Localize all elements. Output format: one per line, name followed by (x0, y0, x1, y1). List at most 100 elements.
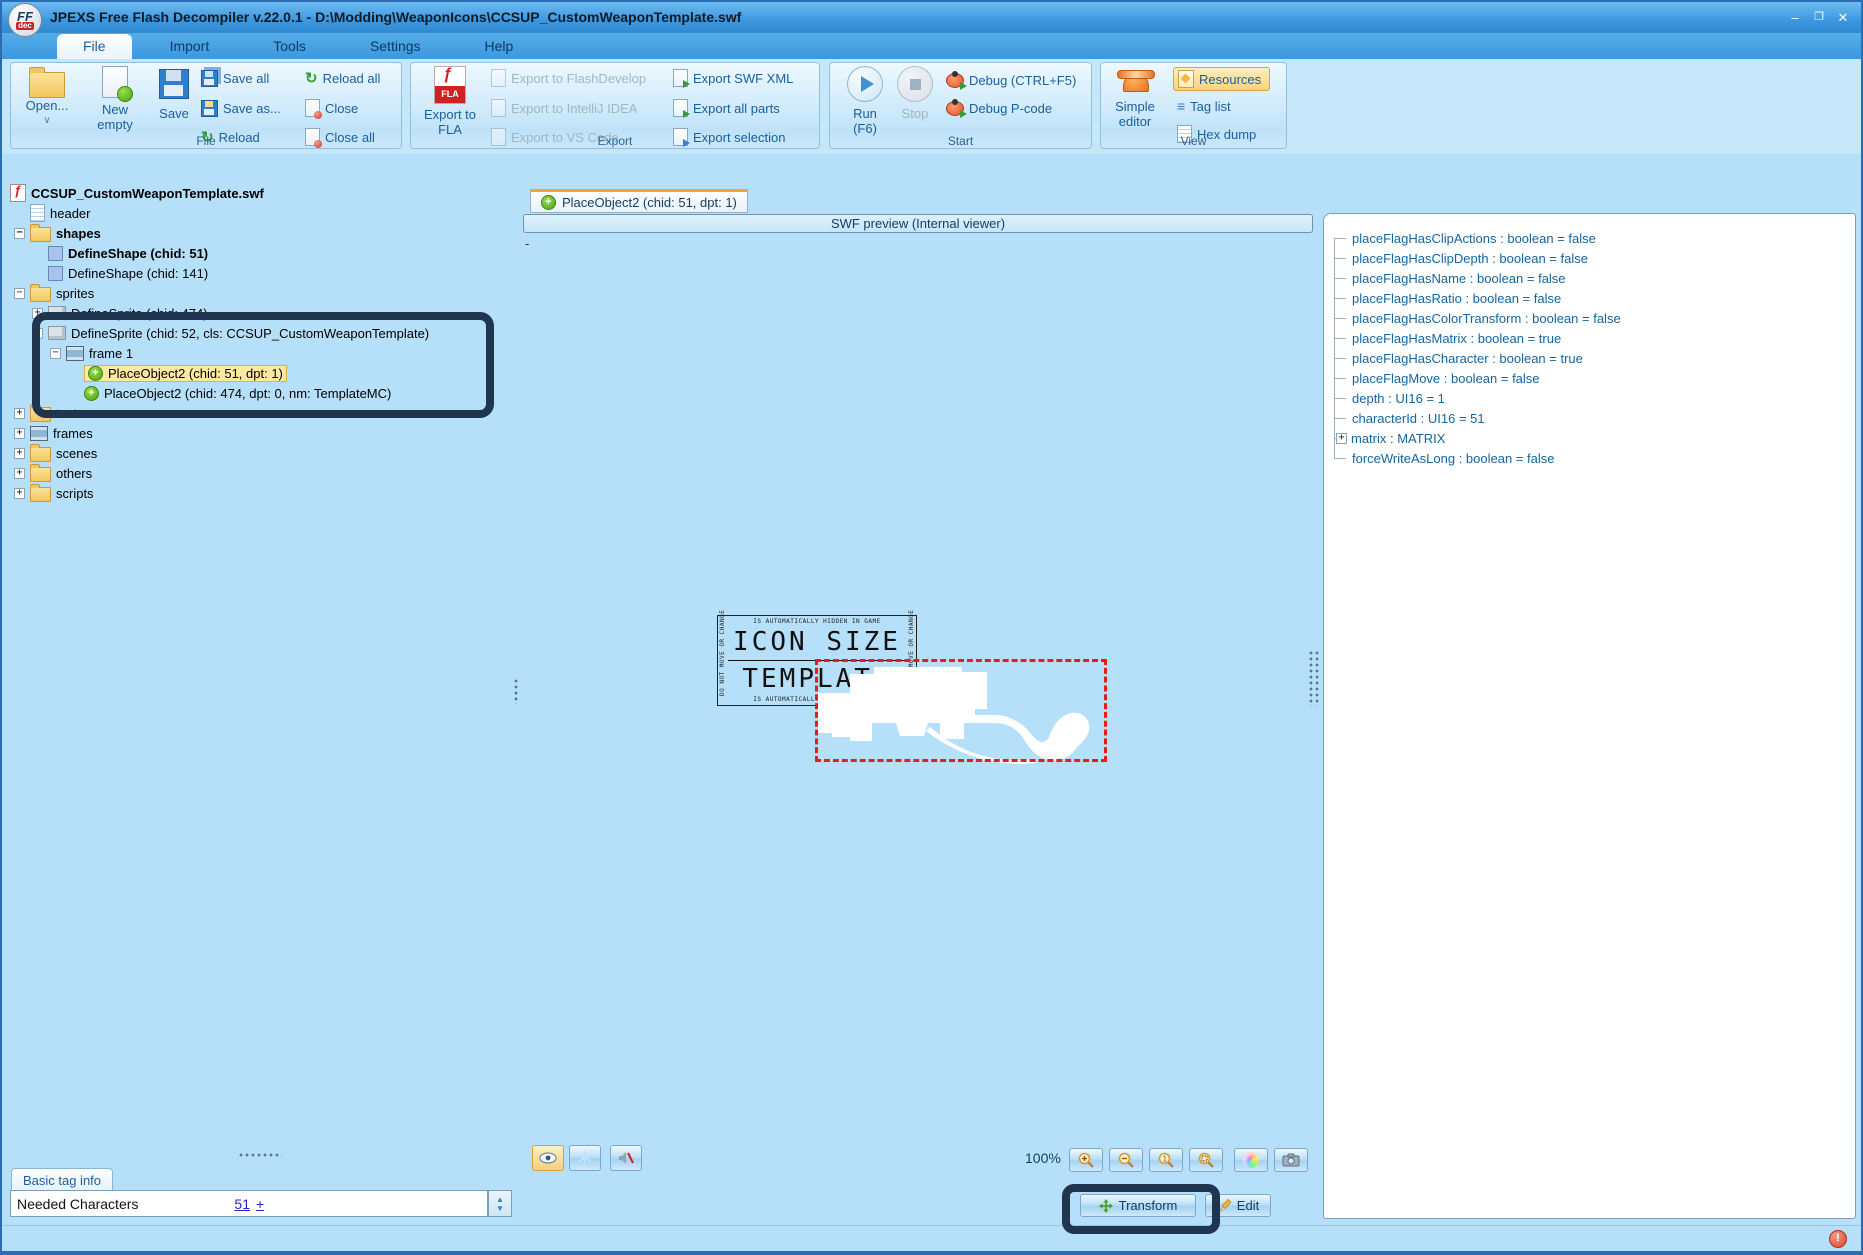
collapse-icon[interactable]: − (14, 228, 25, 239)
tree-item-others[interactable]: + others (6, 463, 510, 483)
tree-item-placeobject2-474[interactable]: + PlaceObject2 (chid: 474, dpt: 0, nm: T… (6, 383, 510, 403)
add-character-link[interactable]: + (256, 1196, 264, 1212)
tree-item-label[interactable]: sprites (56, 286, 94, 301)
tree-item-scenes[interactable]: + scenes (6, 443, 510, 463)
tree-item-frame-1[interactable]: − frame 1 (6, 343, 510, 363)
chevron-down-icon[interactable]: ∨ (43, 113, 50, 128)
snapshot-button[interactable] (1274, 1148, 1308, 1172)
property-row[interactable]: placeFlagHasMatrix : boolean = true (1324, 328, 1855, 348)
mute-button[interactable] (610, 1145, 642, 1171)
close-button[interactable]: ✕ (1833, 9, 1853, 27)
needed-characters-spinner[interactable]: ▲ ▼ (488, 1190, 512, 1217)
save-all-button[interactable]: Save all (201, 67, 269, 89)
transform-button[interactable]: Transform (1080, 1194, 1196, 1217)
expand-icon[interactable]: + (14, 448, 25, 459)
spinner-down-icon[interactable]: ▼ (496, 1204, 504, 1213)
resources-view-button[interactable]: Resources (1173, 67, 1270, 91)
tree-item-root[interactable]: CCSUP_CustomWeaponTemplate.swf (6, 183, 510, 203)
tree-item-scripts[interactable]: + scripts (6, 483, 510, 503)
debug-button[interactable]: Debug (CTRL+F5) (946, 69, 1076, 91)
property-row[interactable]: depth : UI16 = 1 (1324, 388, 1855, 408)
zoom-fit-button[interactable] (1189, 1148, 1223, 1172)
tree-item-sprites[interactable]: − sprites (6, 283, 510, 303)
edit-button[interactable]: Edit (1205, 1194, 1271, 1217)
open-button[interactable]: Open... ∨ (17, 66, 77, 128)
tree-item-label[interactable]: PlaceObject2 (chid: 474, dpt: 0, nm: Tem… (104, 386, 391, 401)
preview-tab[interactable]: + PlaceObject2 (chid: 51, dpt: 1) (530, 189, 748, 213)
new-empty-button[interactable]: New empty (87, 66, 143, 132)
property-row[interactable]: placeFlagHasRatio : boolean = false (1324, 288, 1855, 308)
tree-item-frames[interactable]: + frames (6, 423, 510, 443)
tree-item-label[interactable]: header (50, 206, 90, 221)
expand-icon[interactable]: + (14, 428, 25, 439)
tree-item-label[interactable]: CCSUP_CustomWeaponTemplate.swf (31, 186, 264, 201)
spinner-up-icon[interactable]: ▲ (496, 1195, 504, 1204)
collapse-icon[interactable]: − (32, 328, 43, 339)
property-row[interactable]: placeFlagHasClipActions : boolean = fals… (1324, 228, 1855, 248)
basic-tag-info-tab[interactable]: Basic tag info (11, 1168, 113, 1191)
maximize-button[interactable]: ❐ (1809, 9, 1829, 27)
tree-item-label[interactable]: scripts (56, 486, 94, 501)
minimize-button[interactable]: – (1785, 9, 1805, 27)
property-row[interactable]: placeFlagHasColorTransform : boolean = f… (1324, 308, 1855, 328)
tree-item-definesprite-474[interactable]: + DefineSprite (chid: 474) (6, 303, 510, 323)
simple-editor-button[interactable]: Simple editor (1107, 66, 1163, 129)
tag-list-button[interactable]: ≡ Tag list (1177, 95, 1231, 117)
zoom-in-button[interactable] (1069, 1148, 1103, 1172)
bottom-splitter-handle[interactable] (238, 1152, 282, 1158)
tree-item-definesprite-52[interactable]: − DefineSprite (chid: 52, cls: CCSUP_Cus… (6, 323, 510, 343)
reload-all-button[interactable]: ↻ Reload all (305, 67, 380, 89)
selection-dash-rectangle[interactable] (815, 659, 1107, 762)
tree-item-label[interactable]: DefineSprite (chid: 52, cls: CCSUP_Custo… (71, 326, 429, 341)
background-color-button[interactable] (1234, 1148, 1268, 1172)
menu-tab-import[interactable]: Import (144, 34, 236, 59)
right-splitter-handle[interactable] (1308, 650, 1320, 706)
save-button[interactable]: Save (151, 66, 197, 121)
run-button[interactable]: Run (F6) (842, 66, 888, 136)
tree-item-label[interactable]: DefineShape (chid: 141) (68, 266, 208, 281)
close-file-button[interactable]: Close (305, 97, 358, 119)
save-as-button[interactable]: Save as... (201, 97, 281, 119)
tree-item-label[interactable]: PlaceObject2 (chid: 51, dpt: 1) (108, 366, 283, 381)
export-all-parts-button[interactable]: Export all parts (673, 97, 780, 119)
collapse-icon[interactable]: − (50, 348, 61, 359)
selected-tree-item[interactable]: + PlaceObject2 (chid: 51, dpt: 1) (84, 365, 287, 382)
tree-item-label[interactable]: texts (56, 406, 83, 421)
tree-item-label[interactable]: others (56, 466, 92, 481)
expand-icon[interactable]: + (32, 308, 43, 319)
menu-tab-settings[interactable]: Settings (344, 34, 447, 59)
export-to-fla-button[interactable]: FLA Export to FLA (421, 66, 479, 137)
menu-tab-tools[interactable]: Tools (247, 34, 332, 59)
tree-item-defineshape-141[interactable]: DefineShape (chid: 141) (6, 263, 510, 283)
expand-icon[interactable]: + (14, 488, 25, 499)
tree-item-header[interactable]: header (6, 203, 510, 223)
tree-item-shapes[interactable]: − shapes (6, 223, 510, 243)
tree-item-label[interactable]: scenes (56, 446, 97, 461)
tree-item-label[interactable]: DefineSprite (chid: 474) (71, 306, 208, 321)
tree-item-label[interactable]: DefineShape (chid: 51) (68, 246, 208, 261)
property-row[interactable]: forceWriteAsLong : boolean = false (1324, 448, 1855, 468)
warning-icon[interactable]: ! (1829, 1230, 1847, 1248)
property-row[interactable]: placeFlagHasCharacter : boolean = true (1324, 348, 1855, 368)
visibility-toggle-button[interactable] (532, 1145, 564, 1171)
tree-item-placeobject2-51-selected[interactable]: + PlaceObject2 (chid: 51, dpt: 1) (6, 363, 510, 383)
needed-character-link[interactable]: 51 (234, 1196, 250, 1212)
property-row[interactable]: placeFlagHasClipDepth : boolean = false (1324, 248, 1855, 268)
tree-item-label[interactable]: frames (53, 426, 93, 441)
tree-item-texts[interactable]: + texts (6, 403, 510, 423)
expand-icon[interactable]: + (14, 468, 25, 479)
property-row-matrix[interactable]: + matrix : MATRIX (1324, 428, 1855, 448)
property-row[interactable]: placeFlagMove : boolean = false (1324, 368, 1855, 388)
tree-item-label[interactable]: frame 1 (89, 346, 133, 361)
expand-icon[interactable]: + (14, 408, 25, 419)
collapse-icon[interactable]: − (14, 288, 25, 299)
zoom-100-button[interactable]: 1 (1149, 1148, 1183, 1172)
menu-tab-help[interactable]: Help (459, 34, 540, 59)
menu-tab-file[interactable]: File (57, 34, 132, 59)
expand-icon[interactable]: + (1336, 433, 1347, 444)
left-splitter-handle[interactable] (513, 678, 519, 704)
freeze-button[interactable] (569, 1145, 601, 1171)
tree-item-label[interactable]: shapes (56, 226, 101, 241)
property-row[interactable]: placeFlagHasName : boolean = false (1324, 268, 1855, 288)
property-row[interactable]: characterId : UI16 = 51 (1324, 408, 1855, 428)
